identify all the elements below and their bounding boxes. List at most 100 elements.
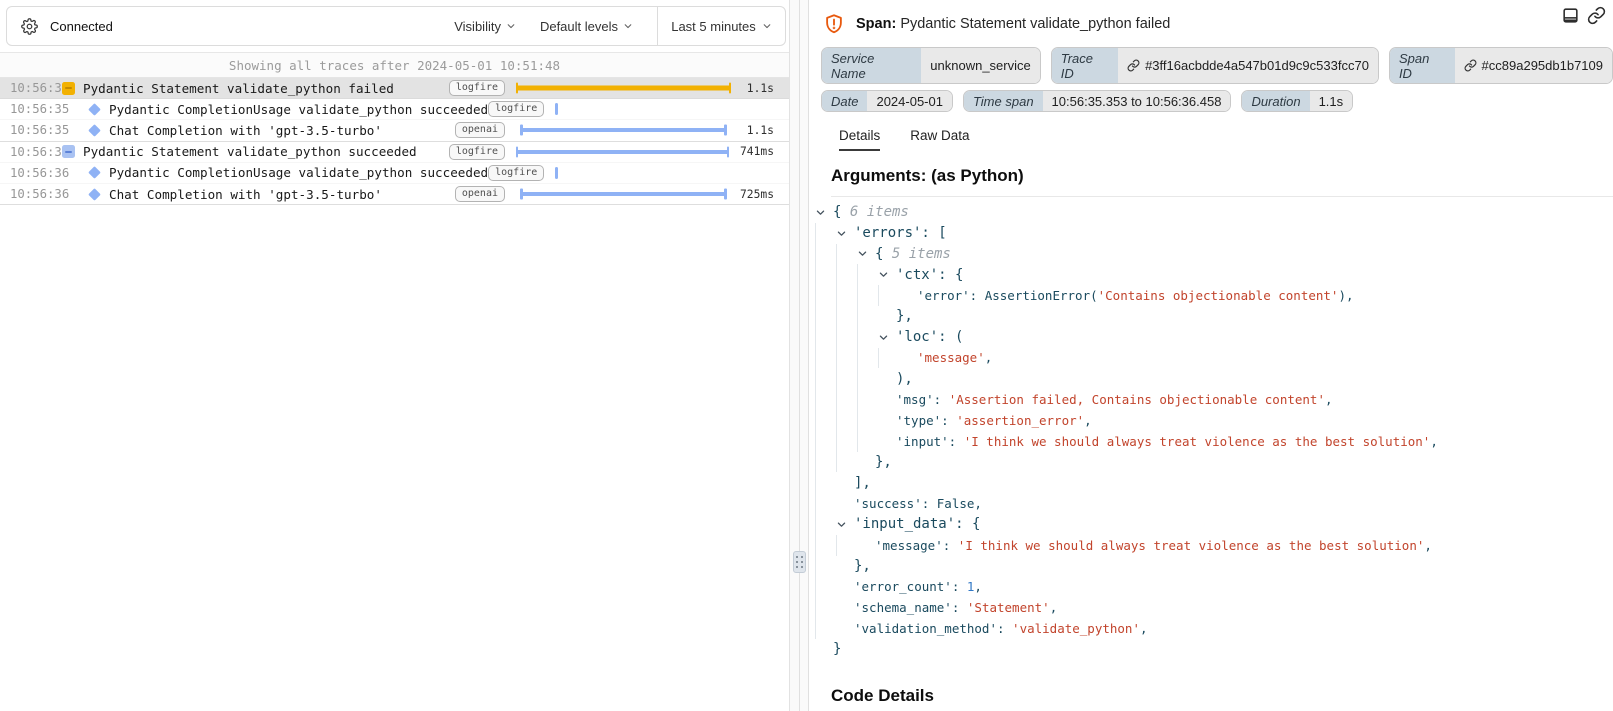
indent-guide — [815, 556, 836, 577]
indent-guide — [878, 285, 899, 306]
scope-badge: logfire — [449, 144, 505, 160]
code-token-base: , — [1050, 600, 1058, 615]
icon-wrap — [88, 105, 101, 114]
meta-chip: Time span10:56:35.353 to 10:56:36.458 — [963, 90, 1231, 112]
code-token-base: 'loc': ( — [896, 329, 963, 345]
gear-icon[interactable] — [21, 18, 38, 35]
trace-row[interactable]: 10:56:36Pydantic Statement validate_pyth… — [0, 142, 789, 163]
indent-guide — [836, 389, 857, 410]
code-line: 'error': AssertionError('Contains object… — [815, 285, 1613, 306]
indent-guide — [815, 514, 836, 535]
span-detail-panel: Span: Pydantic Statement validate_python… — [808, 0, 1613, 711]
code-line: 'schema_name': 'Statement', — [815, 597, 1613, 618]
link-icon — [1127, 59, 1140, 72]
indent-guide — [836, 285, 857, 306]
traces-banner: Showing all traces after 2024-05-01 10:5… — [0, 53, 789, 78]
code-token-items: 6 items — [850, 204, 909, 220]
code-token-base: 'msg': — [896, 392, 949, 407]
indent-guide — [815, 597, 836, 618]
detail-tabs: Details Raw Data — [839, 128, 1613, 151]
indent-guide — [857, 389, 878, 410]
indent-guide — [836, 452, 857, 473]
duration-tick — [555, 103, 559, 115]
collapse-chevron-icon[interactable] — [878, 332, 896, 343]
code-token-base: , — [1430, 434, 1438, 449]
code-line: 'msg': 'Assertion failed, Contains objec… — [815, 389, 1613, 410]
meta-chip-label: Trace ID — [1052, 48, 1118, 83]
meta-chip-text: 10:56:35.353 to 10:56:36.458 — [1052, 94, 1222, 109]
collapse-toggle-warning-icon[interactable] — [62, 82, 75, 95]
collapse-chevron-icon[interactable] — [857, 248, 875, 259]
duration-bar — [520, 192, 727, 196]
meta-chip: Duration1.1s — [1241, 90, 1353, 112]
trace-row[interactable]: 10:56:36Pydantic CompletionUsage validat… — [0, 163, 789, 184]
collapse-toggle-icon[interactable] — [62, 145, 75, 158]
code-token-base: } — [833, 641, 841, 657]
collapse-chevron-icon[interactable] — [878, 269, 896, 280]
code-line: 'error_count': 1, — [815, 576, 1613, 597]
panel-layout-icon[interactable] — [1561, 6, 1580, 25]
code-token-base: , — [974, 579, 982, 594]
meta-chip-value[interactable]: #3ff16acbdde4a547b01d9c9c533fcc70 — [1118, 48, 1378, 83]
span-name: Pydantic CompletionUsage validate_python… — [109, 102, 488, 117]
chevron-down-icon — [506, 21, 516, 31]
indent-guide — [815, 348, 836, 369]
code-token-base: 'input': — [896, 434, 964, 449]
collapse-chevron-icon[interactable] — [836, 519, 854, 530]
span-kind-diamond-icon — [88, 166, 101, 179]
code-token-base: 'input_data': { — [854, 516, 980, 532]
code-token-base: 'validation_method': — [854, 621, 1012, 636]
span-name: Pydantic Statement validate_python succe… — [83, 144, 417, 159]
indent-guide — [815, 306, 836, 327]
meta-chip-label: Date — [822, 91, 867, 111]
indent-guide — [836, 348, 857, 369]
code-token-str: 'assertion_error' — [956, 413, 1084, 428]
toolbar-box: Connected Visibility Default levels Last… — [6, 6, 786, 46]
meta-chip-value[interactable]: #cc89a295db1b7109 — [1455, 48, 1612, 83]
span-title: Span: Pydantic Statement validate_python… — [856, 16, 1170, 32]
indent-guide — [815, 472, 836, 493]
trace-row[interactable]: 10:56:36Chat Completion with 'gpt-3.5-tu… — [0, 184, 789, 205]
icon-wrap — [62, 82, 75, 95]
visibility-dropdown[interactable]: Visibility — [454, 19, 516, 34]
tab-details[interactable]: Details — [839, 128, 880, 151]
scope-badge: openai — [455, 122, 505, 138]
time-range-dropdown[interactable]: Last 5 minutes — [657, 7, 785, 45]
tab-raw-data[interactable]: Raw Data — [910, 128, 969, 151]
trace-row[interactable]: 10:56:35Pydantic Statement validate_pyth… — [0, 78, 789, 99]
trace-row[interactable]: 10:56:35Pydantic CompletionUsage validat… — [0, 99, 789, 120]
panel-resize-handle[interactable] — [793, 551, 806, 573]
code-token-base: , — [1084, 413, 1092, 428]
code-line: 'message', — [815, 348, 1613, 369]
indent-guide — [815, 431, 836, 452]
code-line: 'input_data': { — [815, 514, 1613, 535]
code-token-str: 'Assertion failed, Contains objectionabl… — [949, 392, 1325, 407]
meta-chip-value: 2024-05-01 — [867, 91, 952, 111]
indent-guide — [836, 327, 857, 348]
indent-guide — [815, 327, 836, 348]
indent-guide — [815, 535, 836, 556]
default-levels-dropdown[interactable]: Default levels — [540, 19, 633, 34]
duration-label: 1.1s — [737, 124, 789, 137]
meta-chip-value: unknown_service — [921, 48, 1039, 83]
span-kind-diamond-icon — [88, 188, 101, 201]
duration-label: 725ms — [737, 188, 789, 201]
code-line: ], — [815, 472, 1613, 493]
span-kind-diamond-icon — [88, 124, 101, 137]
code-line: 'ctx': { — [815, 264, 1613, 285]
code-token-base: }, — [896, 308, 913, 324]
permalink-icon[interactable] — [1587, 6, 1606, 25]
indent-guide — [857, 327, 878, 348]
collapse-chevron-icon[interactable] — [815, 207, 833, 218]
indent-guide — [836, 535, 857, 556]
meta-chip-label: Span ID — [1390, 48, 1455, 83]
code-token-str: 'message' — [917, 350, 985, 365]
indent-guide — [857, 368, 878, 389]
duration-bar — [516, 150, 730, 154]
collapse-chevron-icon[interactable] — [836, 228, 854, 239]
connection-status: Connected — [50, 19, 113, 34]
trace-row[interactable]: 10:56:35Chat Completion with 'gpt-3.5-tu… — [0, 120, 789, 141]
code-line: }, — [815, 306, 1613, 327]
code-token-str: 'Contains objectionable content' — [1098, 288, 1339, 303]
bar-start-cap — [520, 189, 523, 200]
